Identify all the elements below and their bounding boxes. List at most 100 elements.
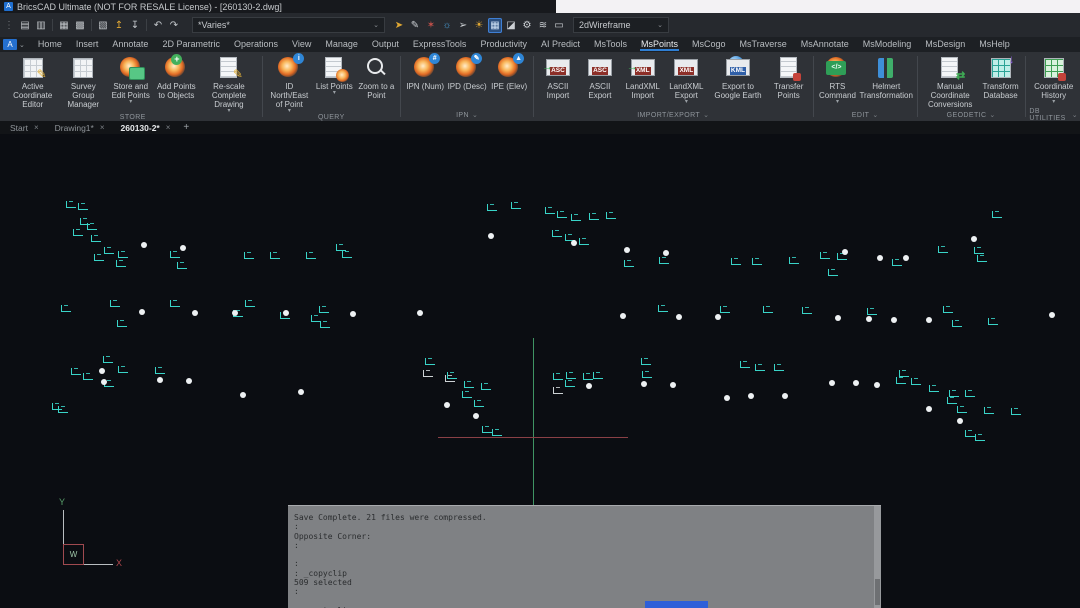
save-as-icon[interactable]: ▩ [73,18,87,33]
ribbon-button-manual-coordinate-conversions[interactable]: ⇄Manual Coordinate Conversions [922,55,979,109]
drawing-canvas[interactable]: YXWSave Complete. 21 files were compress… [0,134,1080,608]
survey-point-marker[interactable] [117,320,127,327]
survey-point-marker[interactable] [83,373,93,380]
tab-annotate[interactable]: Annotate [105,37,155,52]
survey-point-marker[interactable] [659,257,669,264]
toolbar-grip-icon[interactable]: ⋮ [4,20,14,31]
survey-point-marker[interactable] [553,373,563,380]
survey-point-marker[interactable] [306,252,316,259]
point-node[interactable] [877,255,883,261]
panels-toggle-icon[interactable]: ▦ [488,18,502,33]
new-drawing-icon[interactable]: ▤ [18,18,32,33]
survey-point-marker[interactable] [965,390,975,397]
survey-point-marker[interactable] [177,262,187,269]
tab-msmodeling[interactable]: MsModeling [856,37,919,52]
ribbon-button-export-to-google-earth[interactable]: KMLExport to Google Earth [709,55,766,100]
survey-point-marker[interactable] [740,361,750,368]
survey-point-marker-gray[interactable] [445,375,455,382]
survey-point-marker[interactable] [763,306,773,313]
point-node[interactable] [670,382,676,388]
ribbon-button-rts-command[interactable]: </>RTS Command▾ [817,55,857,105]
survey-point-marker[interactable] [103,356,113,363]
survey-point-marker[interactable] [952,320,962,327]
cursor-config-icon[interactable]: ➢ [456,18,470,33]
survey-point-marker[interactable] [319,306,329,313]
tips-bulb-icon[interactable]: ☼ [440,18,454,33]
point-node[interactable] [748,393,754,399]
point-node[interactable] [853,380,859,386]
survey-point-marker[interactable] [571,214,581,221]
close-icon[interactable]: × [34,123,39,132]
survey-point-marker[interactable] [892,259,902,266]
point-node[interactable] [842,249,848,255]
survey-point-marker[interactable] [974,247,984,254]
survey-point-marker[interactable] [336,244,346,251]
tab-mstraverse[interactable]: MsTraverse [733,37,794,52]
ribbon-button-active-coordinate-editor[interactable]: ✎Active Coordinate Editor [8,55,57,109]
survey-point-marker[interactable] [658,305,668,312]
point-node[interactable] [715,314,721,320]
survey-point-marker[interactable] [641,358,651,365]
ribbon-button-list-points[interactable]: List Points▾ [314,55,354,96]
survey-point-marker[interactable] [720,306,730,313]
ribbon-button-ipe-elev[interactable]: ▲IPE (Elev) [489,55,529,91]
survey-point-marker[interactable] [957,406,967,413]
redo-icon[interactable]: ↷ [167,18,181,33]
tab-mscogo[interactable]: MsCogo [685,37,733,52]
varies-dropdown[interactable]: *Varies* ⌄ [192,17,385,33]
command-scrollbar[interactable] [874,506,881,608]
command-window[interactable]: Save Complete. 21 files were compressed.… [288,505,881,608]
survey-point-marker[interactable] [110,300,120,307]
undo-icon[interactable]: ↶ [151,18,165,33]
point-node[interactable] [926,406,932,412]
survey-point-marker[interactable] [867,308,877,315]
survey-point-marker[interactable] [911,378,921,385]
survey-point-marker[interactable] [425,358,435,365]
survey-point-marker[interactable] [929,385,939,392]
close-icon[interactable]: × [100,123,105,132]
save-icon[interactable]: ▦ [57,18,71,33]
survey-point-marker[interactable] [589,213,599,220]
tab-ai-predict[interactable]: AI Predict [534,37,587,52]
survey-point-marker[interactable] [87,223,97,230]
survey-point-marker[interactable] [170,251,180,258]
application-button[interactable]: A [3,39,17,50]
ribbon-button-ascii-export[interactable]: ASCASCII Export [580,55,620,100]
point-node[interactable] [444,402,450,408]
survey-point-marker[interactable] [593,372,603,379]
survey-point-marker[interactable] [984,407,994,414]
point-node[interactable] [829,380,835,386]
point-node[interactable] [586,383,592,389]
chevron-down-icon[interactable]: ⌄ [19,41,25,49]
ribbon-button-id-north-east-of-point[interactable]: iID North/East of Point▾ [266,55,312,114]
survey-point-marker[interactable] [481,383,491,390]
new-tab-button[interactable]: + [178,122,194,133]
survey-point-marker[interactable] [118,251,128,258]
survey-point-marker[interactable] [118,366,128,373]
survey-point-marker[interactable] [642,371,652,378]
chevron-down-icon[interactable]: ⌄ [472,111,478,119]
ribbon-button-coordinate-history[interactable]: Coordinate History▾ [1029,55,1078,105]
survey-point-marker[interactable] [583,373,593,380]
survey-point-marker[interactable] [71,368,81,375]
survey-point-marker[interactable] [731,258,741,265]
document-tab-drawing1[interactable]: Drawing1*× [47,121,113,134]
point-node[interactable] [891,317,897,323]
point-node[interactable] [866,316,872,322]
display-monitor-icon[interactable]: ▭ [552,18,566,33]
survey-point-marker[interactable] [802,307,812,314]
tab-view[interactable]: View [285,37,318,52]
point-node[interactable] [1049,312,1055,318]
snap-marker-icon[interactable]: ✶ [424,18,438,33]
point-node[interactable] [663,250,669,256]
survey-point-marker[interactable] [977,255,987,262]
tab-home[interactable]: Home [31,37,69,52]
survey-point-marker[interactable] [947,397,957,404]
survey-point-marker[interactable] [606,212,616,219]
survey-point-marker[interactable] [104,247,114,254]
ribbon-button-helmert-transformation[interactable]: Helmert Transformation [859,55,913,100]
ribbon-button-transfer-points[interactable]: Transfer Points [769,55,809,100]
survey-point-marker[interactable] [552,230,562,237]
survey-point-marker[interactable] [943,306,953,313]
document-tab-260130-2[interactable]: 260130-2*× [113,121,179,134]
